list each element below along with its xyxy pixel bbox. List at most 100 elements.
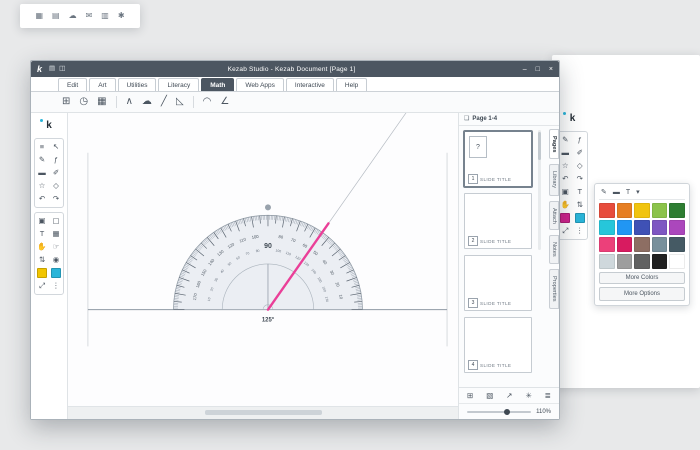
color-swatch[interactable] <box>599 254 615 269</box>
color-swatch[interactable] <box>616 220 633 235</box>
color-swatch[interactable] <box>616 203 633 218</box>
tab-utilities[interactable]: Utilities <box>117 78 157 91</box>
settings-icon[interactable]: ✱ <box>118 12 125 20</box>
tab-attach[interactable]: Attach <box>549 200 559 231</box>
shapes-icon[interactable]: ◇ <box>49 180 63 192</box>
clone-icon[interactable]: ▣ <box>558 186 573 198</box>
color-swatch[interactable] <box>669 254 685 269</box>
redo-icon[interactable]: ↷ <box>49 193 63 205</box>
color-swatch[interactable] <box>634 203 650 218</box>
grid-icon[interactable]: ▦ <box>35 12 43 20</box>
eraser-icon[interactable]: ▬ <box>558 147 573 159</box>
function-pen-icon[interactable]: ƒ <box>573 134 588 146</box>
magenta-swatch[interactable] <box>558 212 573 224</box>
function-pen-icon[interactable]: ƒ <box>49 154 63 166</box>
rotate-handle[interactable] <box>264 204 271 211</box>
redo-icon[interactable]: ↷ <box>573 173 588 185</box>
tab-library[interactable]: Library <box>549 164 559 196</box>
color-swatch[interactable] <box>599 237 615 252</box>
more-icon[interactable]: ⋮ <box>49 280 63 292</box>
chevron-down-icon[interactable]: ▾ <box>636 189 640 196</box>
color-swatch[interactable] <box>599 220 615 235</box>
tab-notes[interactable]: Notes <box>549 235 559 265</box>
color-swatch[interactable] <box>616 237 633 252</box>
color-swatch[interactable] <box>651 203 668 218</box>
tab-web-apps[interactable]: Web Apps <box>236 78 284 91</box>
folder-icon[interactable]: ▤ <box>52 12 60 20</box>
protractor[interactable]: 1017020160301504014050130601207011080100… <box>173 214 363 324</box>
canvas-horizontal-scrollbar[interactable] <box>68 406 459 419</box>
zoom-slider[interactable] <box>467 408 532 415</box>
fullscreen-icon[interactable]: ⤢ <box>35 280 49 292</box>
color-swatch[interactable] <box>651 220 668 235</box>
sliders-icon[interactable]: ⇅ <box>573 199 588 211</box>
text-icon[interactable]: T <box>35 228 49 240</box>
eraser-icon[interactable]: ▬ <box>613 189 620 196</box>
text-icon[interactable]: T <box>626 189 630 196</box>
cyan-swatch[interactable] <box>49 267 63 279</box>
close-button[interactable]: × <box>549 66 553 73</box>
mail-icon[interactable]: ✉ <box>86 12 93 20</box>
chart-icon[interactable]: ▥ <box>101 12 109 20</box>
tab-help[interactable]: Help <box>335 78 368 91</box>
fullscreen-icon[interactable]: ⤢ <box>558 225 573 237</box>
tab-properties[interactable]: Properties <box>549 269 559 309</box>
maximize-button[interactable]: □ <box>536 66 540 73</box>
yellow-swatch[interactable] <box>35 267 49 279</box>
cloud-icon[interactable]: ☁ <box>142 97 152 107</box>
media-icon[interactable]: ▦ <box>49 228 63 240</box>
pen-icon[interactable]: ✎ <box>601 189 607 196</box>
folder-icon[interactable]: ▤ <box>49 65 55 73</box>
color-swatch[interactable] <box>669 237 685 252</box>
star-icon[interactable]: ☆ <box>35 180 49 192</box>
clone-icon[interactable]: ▣ <box>35 215 49 227</box>
compass-icon[interactable]: ∧ <box>126 97 133 107</box>
document-canvas[interactable]: 10 170 20 160 30 150 40 140 50 130 60 120 70 110 80 100… <box>68 113 459 419</box>
angle-icon[interactable]: ∠ <box>220 97 229 107</box>
color-swatch[interactable] <box>669 220 685 235</box>
set-square-icon[interactable]: ◺ <box>176 97 184 107</box>
protractor-canvas[interactable]: 1017020160301504014050130601207011080100… <box>68 113 459 407</box>
clock-icon[interactable]: ◷ <box>79 97 88 107</box>
slide-thumbnail[interactable]: 2 SLIDE TITLE <box>464 193 532 249</box>
slide-thumbnail[interactable]: 4 SLIDE TITLE <box>464 317 532 373</box>
effects-icon[interactable]: ✳ <box>525 392 531 400</box>
tab-art[interactable]: Art <box>89 78 116 91</box>
tab-pages[interactable]: Pages <box>549 129 559 160</box>
print-icon[interactable]: ◫ <box>59 65 65 73</box>
cloud-icon[interactable]: ☁ <box>69 12 77 20</box>
layers-icon[interactable]: ▢ <box>49 215 63 227</box>
minimize-button[interactable]: – <box>523 66 527 73</box>
undo-icon[interactable]: ↶ <box>558 173 573 185</box>
highlighter-icon[interactable]: ✐ <box>49 167 63 179</box>
toggle-icon[interactable]: ◉ <box>49 254 63 266</box>
pen-icon[interactable]: ✎ <box>35 154 49 166</box>
shapes-icon[interactable]: ◇ <box>573 160 588 172</box>
pointer-icon[interactable]: ☞ <box>49 241 63 253</box>
add-page-icon[interactable]: ⊞ <box>467 392 473 400</box>
color-swatch[interactable] <box>651 237 668 252</box>
color-swatch[interactable] <box>634 220 650 235</box>
panel-scrollbar[interactable] <box>538 130 541 250</box>
undo-icon[interactable]: ↶ <box>35 193 49 205</box>
hand-icon[interactable]: ✋ <box>558 199 573 211</box>
color-swatch[interactable] <box>634 237 650 252</box>
eraser-icon[interactable]: ▬ <box>35 167 49 179</box>
tab-math[interactable]: Math <box>201 78 235 91</box>
list-view-icon[interactable]: ≣ <box>545 392 551 400</box>
tab-edit[interactable]: Edit <box>58 78 88 91</box>
more-icon[interactable]: ⋮ <box>573 225 588 237</box>
protractor-icon[interactable]: ◠ <box>203 97 212 107</box>
slide-thumbnail[interactable]: 3 SLIDE TITLE <box>464 255 532 311</box>
ruler-icon[interactable]: ╱ <box>161 97 167 107</box>
table-icon[interactable]: ▦ <box>97 97 106 107</box>
more-options-button[interactable]: More Options <box>599 287 685 301</box>
text-icon[interactable]: T <box>573 186 588 198</box>
window-titlebar[interactable]: k ▤ ◫ Kezab Studio - Kezab Document [Page… <box>31 61 559 77</box>
star-icon[interactable]: ☆ <box>558 160 573 172</box>
color-swatch[interactable] <box>669 203 685 218</box>
color-swatch[interactable] <box>616 254 633 269</box>
hand-icon[interactable]: ✋ <box>35 241 49 253</box>
highlighter-icon[interactable]: ✐ <box>573 147 588 159</box>
tab-literacy[interactable]: Literacy <box>158 78 200 91</box>
